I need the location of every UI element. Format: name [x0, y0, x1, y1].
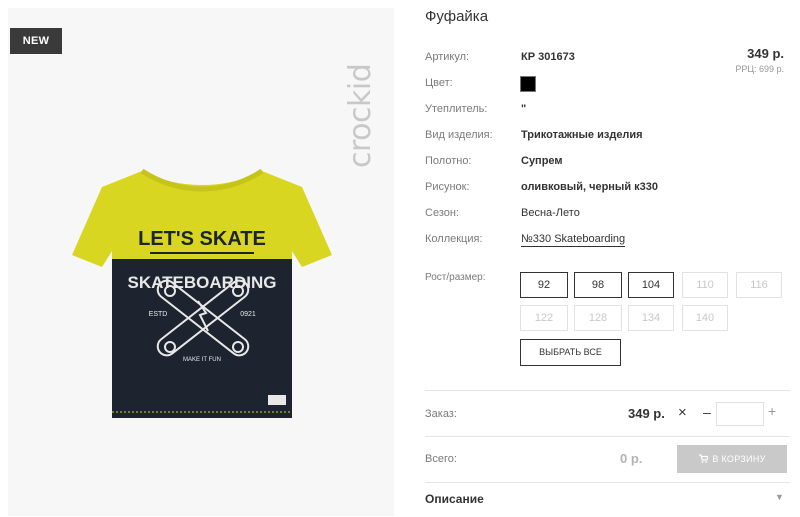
attribute-value: КР 301673: [521, 51, 575, 63]
quantity-increase-button[interactable]: +: [768, 403, 776, 419]
divider: [425, 390, 790, 391]
divider: [425, 436, 790, 437]
size-104-button[interactable]: 104: [628, 272, 674, 298]
size-122-button[interactable]: 122: [520, 305, 568, 331]
recommended-price: РРЦ: 699 р.: [735, 64, 784, 74]
remove-order-icon[interactable]: ×: [678, 404, 687, 421]
print-make-it-fun: MAKE IT FUN: [183, 357, 221, 363]
size-92-button[interactable]: 92: [520, 272, 568, 298]
attribute-value: Супрем: [521, 155, 563, 167]
color-swatch[interactable]: [520, 76, 536, 92]
size-140-button[interactable]: 140: [682, 305, 728, 331]
size-134-button[interactable]: 134: [628, 305, 674, 331]
attribute-label: Артикул:: [425, 51, 470, 63]
print-lets-skate: LET'S SKATE: [138, 228, 266, 250]
chevron-down-icon[interactable]: ▼: [775, 492, 784, 502]
brand-logo-text: crockid: [343, 63, 378, 168]
print-year: 0921: [240, 311, 256, 318]
size-98-button[interactable]: 98: [574, 272, 622, 298]
size-110-button[interactable]: 110: [682, 272, 728, 298]
order-price: 349 р.: [628, 406, 665, 421]
add-to-cart-label: В КОРЗИНУ: [712, 454, 766, 464]
description-toggle[interactable]: Описание: [425, 492, 484, 506]
attribute-label: Цвет:: [425, 77, 453, 89]
divider: [425, 482, 790, 483]
attribute-value: №330 Skateboarding: [521, 233, 626, 247]
collection-link[interactable]: №330 Skateboarding: [521, 233, 626, 247]
order-label: Заказ:: [425, 408, 457, 420]
quantity-decrease-button[interactable]: –: [703, 404, 711, 420]
cart-icon: [698, 446, 710, 474]
new-badge: NEW: [10, 28, 62, 54]
attribute-label: Коллекция:: [425, 233, 483, 245]
select-all-sizes-button[interactable]: ВЫБРАТЬ ВСЕ: [520, 339, 621, 366]
add-to-cart-button[interactable]: В КОРЗИНУ: [677, 445, 787, 473]
brand-logo: crockid: [343, 28, 384, 178]
print-skateboarding: SKATEBOARDING: [128, 273, 277, 292]
attribute-label: Утеплитель:: [425, 103, 488, 115]
size-116-button[interactable]: 116: [736, 272, 782, 298]
attribute-label: Рисунок:: [425, 181, 470, 193]
attribute-value: [520, 76, 536, 94]
total-label: Всего:: [425, 453, 457, 465]
attribute-value: Весна-Лето: [521, 207, 580, 219]
attribute-label: Вид изделия:: [425, 129, 493, 141]
product-price: 349 р.: [747, 46, 784, 61]
product-image[interactable]: LET'S SKATE SKATEBOARDING ESTD 0921 MAKE…: [70, 163, 335, 428]
quantity-input[interactable]: [716, 402, 764, 426]
attribute-value: оливковый, черный к330: [521, 181, 659, 193]
attribute-label: Сезон:: [425, 207, 459, 219]
product-gallery: NEW crockid LET'S SKATE SKATEBOARDING ES…: [8, 8, 394, 516]
attribute-value: ": [521, 103, 527, 115]
attribute-label: Полотно:: [425, 155, 472, 167]
size-128-button[interactable]: 128: [574, 305, 622, 331]
product-title: Фуфайка: [425, 8, 489, 25]
attribute-value: Трикотажные изделия: [521, 129, 643, 141]
print-estd: ESTD: [149, 311, 168, 318]
size-label: Рост/размер:: [425, 272, 486, 283]
total-value: 0 р.: [620, 451, 643, 466]
